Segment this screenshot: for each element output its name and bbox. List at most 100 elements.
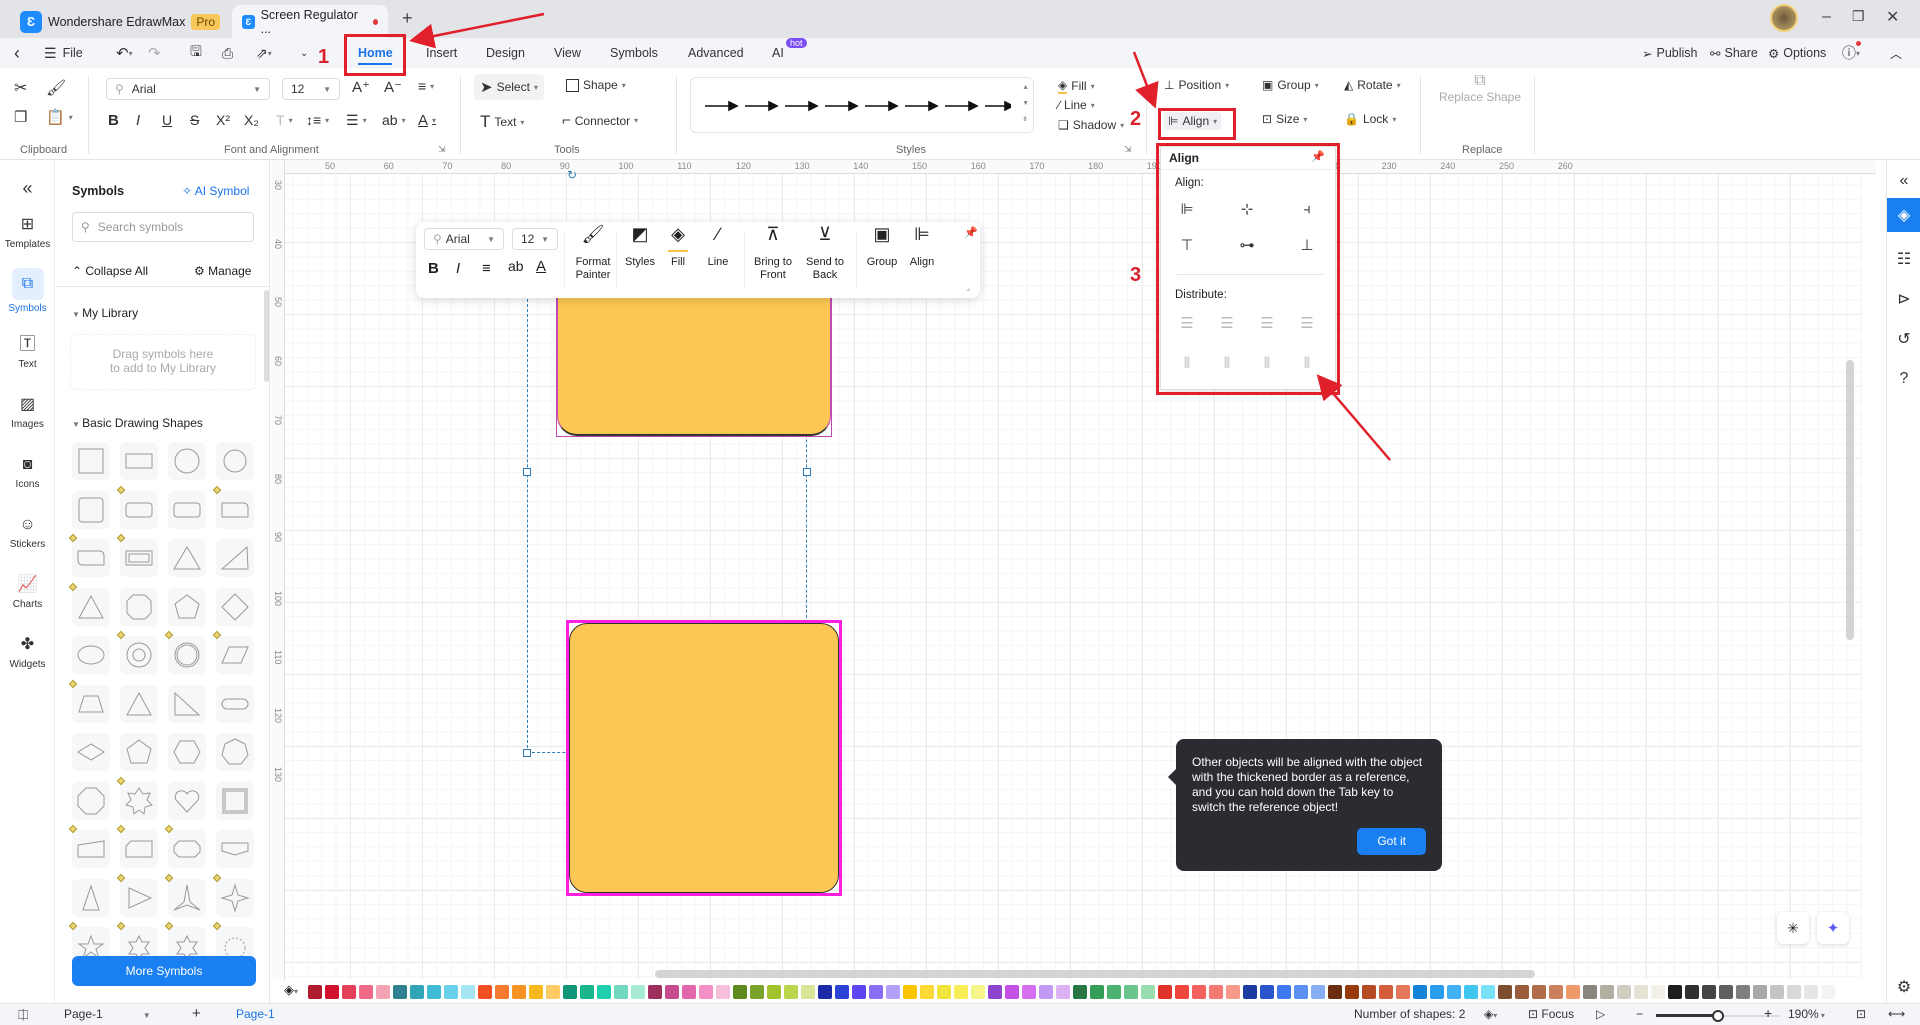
color-swatch[interactable]	[529, 985, 543, 999]
play-icon[interactable]: ▷	[1596, 1007, 1605, 1021]
paste-icon[interactable]: 📋 ▾	[46, 108, 73, 126]
color-swatch[interactable]	[461, 985, 475, 999]
color-swatch[interactable]	[852, 985, 866, 999]
user-avatar[interactable]	[1770, 4, 1798, 32]
style-panel-icon[interactable]: ◈	[1887, 198, 1920, 232]
ai-symbol-button[interactable]: ✧ AI Symbol	[182, 184, 249, 198]
fill-button[interactable]: ◈ Fill ▾	[1058, 78, 1095, 94]
document-tab[interactable]: Ɛ Screen Regulator ...	[232, 5, 388, 38]
color-swatch[interactable]	[1668, 985, 1682, 999]
color-swatch[interactable]	[903, 985, 917, 999]
float-align-button[interactable]: ⊫ Align	[902, 225, 942, 269]
distribute-8-button[interactable]: ⦀	[1293, 351, 1321, 375]
color-swatch[interactable]	[631, 985, 645, 999]
fit-page-icon[interactable]: ⊡	[1856, 1007, 1866, 1021]
shape-symbol[interactable]	[68, 824, 110, 868]
file-menu[interactable]: ☰ File	[44, 38, 83, 68]
color-swatch[interactable]	[1328, 985, 1342, 999]
color-swatch[interactable]	[699, 985, 713, 999]
shape-symbol[interactable]	[216, 684, 254, 723]
color-swatch[interactable]	[614, 985, 628, 999]
distribute-6-button[interactable]: ⦀	[1213, 351, 1241, 375]
shape-symbol[interactable]	[168, 781, 206, 820]
more-quick-access-icon[interactable]: ⌄	[300, 38, 308, 68]
manage-button[interactable]: ⚙ Manage	[194, 264, 251, 278]
tab-symbols[interactable]: Symbols	[610, 38, 658, 68]
shape-symbol[interactable]	[116, 776, 158, 820]
focus-button[interactable]: ⊡ Focus	[1528, 1007, 1574, 1021]
increase-font-icon[interactable]: A⁺	[352, 78, 370, 96]
layers-icon[interactable]: ◈▾	[1484, 1007, 1497, 1021]
history-icon[interactable]: ↺	[1887, 322, 1920, 356]
shape-symbol[interactable]	[120, 442, 158, 480]
color-swatch[interactable]	[1583, 985, 1597, 999]
color-swatch[interactable]	[1243, 985, 1257, 999]
float-fill-button[interactable]: ◈ Fill	[660, 225, 696, 269]
color-swatch[interactable]	[1515, 985, 1529, 999]
color-swatch[interactable]	[1753, 985, 1767, 999]
color-swatch[interactable]	[818, 985, 832, 999]
color-swatch[interactable]	[427, 985, 441, 999]
color-swatch[interactable]	[971, 985, 985, 999]
shape-symbol[interactable]	[116, 533, 158, 577]
shape-symbol[interactable]	[68, 582, 110, 626]
color-swatch[interactable]	[733, 985, 747, 999]
zoom-slider-handle[interactable]	[1712, 1010, 1724, 1022]
shape-symbol[interactable]	[68, 679, 110, 723]
shape-symbol[interactable]	[164, 630, 206, 674]
shape-symbol[interactable]	[216, 830, 254, 868]
color-swatch[interactable]	[1379, 985, 1393, 999]
font-size-select[interactable]: 12 ▼	[282, 78, 340, 100]
print-icon[interactable]: ⎙	[222, 38, 233, 68]
align-left-button[interactable]: ⊫	[1173, 197, 1201, 221]
rail-item-images[interactable]: ▨ Images	[0, 394, 55, 430]
color-swatch[interactable]	[1005, 985, 1019, 999]
color-swatch[interactable]	[308, 985, 322, 999]
color-swatch[interactable]	[1566, 985, 1580, 999]
ai-assistant-icon[interactable]: ✦	[1817, 912, 1849, 944]
shape-symbol[interactable]	[216, 587, 254, 626]
color-swatch[interactable]	[393, 985, 407, 999]
position-button[interactable]: ⊥ Position ▾	[1164, 78, 1229, 92]
page-layout-icon[interactable]: ⎅	[18, 1007, 28, 1023]
resize-handle[interactable]	[803, 468, 811, 476]
color-swatch[interactable]	[1804, 985, 1818, 999]
shape-symbol[interactable]	[168, 733, 206, 771]
my-library-header[interactable]: ▼ My Library	[72, 306, 138, 320]
collapse-toolbar-icon[interactable]: ⌟	[966, 282, 970, 293]
italic-icon[interactable]: I	[136, 112, 140, 129]
color-swatch[interactable]	[1226, 985, 1240, 999]
color-swatch[interactable]	[648, 985, 662, 999]
color-swatch[interactable]	[801, 985, 815, 999]
color-swatch[interactable]	[1464, 985, 1478, 999]
align-bottom-button[interactable]: ⊥	[1293, 233, 1321, 257]
size-button[interactable]: ⊡ Size ▾	[1262, 112, 1307, 126]
color-swatch[interactable]	[1141, 985, 1155, 999]
rail-item-icons[interactable]: ◙ Icons	[0, 454, 55, 490]
my-library-dropzone[interactable]: Drag symbols here to add to My Library	[70, 334, 256, 390]
font-color-icon[interactable]: A ▾	[418, 112, 436, 129]
resize-handle[interactable]	[523, 468, 531, 476]
color-swatch[interactable]	[750, 985, 764, 999]
color-swatch[interactable]	[1702, 985, 1716, 999]
color-swatch[interactable]	[1311, 985, 1325, 999]
distribute-3-button[interactable]: ☰	[1253, 311, 1281, 335]
shape-symbol[interactable]	[120, 733, 158, 771]
shape-symbol[interactable]	[120, 587, 158, 626]
color-swatch[interactable]	[1022, 985, 1036, 999]
zoom-in-button[interactable]: +	[1764, 1005, 1772, 1021]
shape-symbol[interactable]	[212, 630, 254, 674]
color-swatch[interactable]	[478, 985, 492, 999]
rail-item-charts[interactable]: 📈 Charts	[0, 574, 55, 610]
color-swatch[interactable]	[563, 985, 577, 999]
sparkle-tool-icon[interactable]: ✳	[1777, 912, 1809, 944]
shadow-button[interactable]: ❑ Shadow ▾	[1058, 118, 1124, 132]
float-italic-icon[interactable]: I	[456, 260, 460, 277]
app-tab[interactable]: Ɛ Wondershare EdrawMax Pro	[10, 5, 230, 38]
shape-symbol[interactable]	[164, 824, 206, 868]
strikethrough-icon[interactable]: S	[190, 112, 199, 128]
rail-item-widgets[interactable]: ✤ Widgets	[0, 634, 55, 670]
tab-design[interactable]: Design	[486, 38, 525, 68]
color-swatch[interactable]	[1260, 985, 1274, 999]
tab-view[interactable]: View	[554, 38, 581, 68]
